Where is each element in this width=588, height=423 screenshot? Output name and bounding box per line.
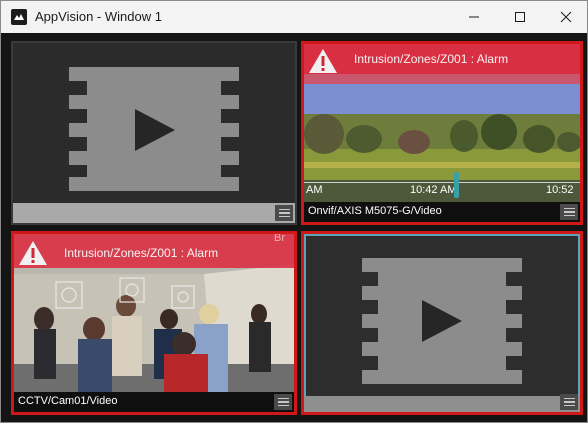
minimize-icon xyxy=(469,16,479,18)
face-detection-markers xyxy=(55,277,195,309)
close-button[interactable] xyxy=(543,1,588,33)
warning-icon xyxy=(19,241,47,265)
timeline-playhead[interactable] xyxy=(454,172,459,198)
minimize-button[interactable] xyxy=(451,1,497,33)
video-pane-3[interactable]: Intrusion/Zones/Z001 : Alarm Br CCTV/Cam… xyxy=(11,231,297,415)
timeline-track xyxy=(304,182,580,183)
video-pane-4[interactable] xyxy=(301,231,583,415)
title-bar[interactable]: AppVision - Window 1 xyxy=(1,1,587,33)
close-icon xyxy=(560,11,572,23)
pane-footer xyxy=(304,396,580,412)
video-wall: Intrusion/Zones/Z001 : Alarm AM 10:42 AM… xyxy=(1,33,587,422)
pane-menu-button[interactable] xyxy=(275,205,293,221)
pane-footer xyxy=(13,203,295,223)
alarm-message: Intrusion/Zones/Z001 : Alarm xyxy=(354,52,509,66)
maximize-button[interactable] xyxy=(497,1,543,33)
pane-menu-button[interactable] xyxy=(274,394,292,410)
camera-label: Onvif/AXIS M5075-G/Video xyxy=(308,205,442,217)
video-placeholder-icon xyxy=(69,67,239,191)
overlay-corner-text: Br xyxy=(274,232,285,244)
pane-footer: Onvif/AXIS M5075-G/Video xyxy=(304,202,580,222)
timeline-label-center: 10:42 AM xyxy=(410,184,457,196)
warning-icon xyxy=(309,49,337,73)
app-window: AppVision - Window 1 Intrusion/Zones/Z00… xyxy=(0,0,588,423)
app-logo-icon xyxy=(11,9,27,25)
pane-menu-button[interactable] xyxy=(560,204,578,220)
video-placeholder-icon xyxy=(362,258,522,384)
alarm-message: Intrusion/Zones/Z001 : Alarm xyxy=(64,246,219,260)
timeline-label-right: 10:52 xyxy=(546,184,574,196)
video-pane-1[interactable] xyxy=(11,41,297,225)
pane-footer: CCTV/Cam01/Video xyxy=(14,392,294,412)
pane-menu-button[interactable] xyxy=(560,394,578,410)
video-pane-2[interactable]: Intrusion/Zones/Z001 : Alarm AM 10:42 AM… xyxy=(301,41,583,225)
maximize-icon xyxy=(515,12,525,22)
camera-label: CCTV/Cam01/Video xyxy=(18,395,118,407)
window-title: AppVision - Window 1 xyxy=(35,9,162,24)
timeline-label-left: AM xyxy=(306,184,323,196)
playback-timeline[interactable]: AM 10:42 AM 10:52 xyxy=(304,172,580,202)
